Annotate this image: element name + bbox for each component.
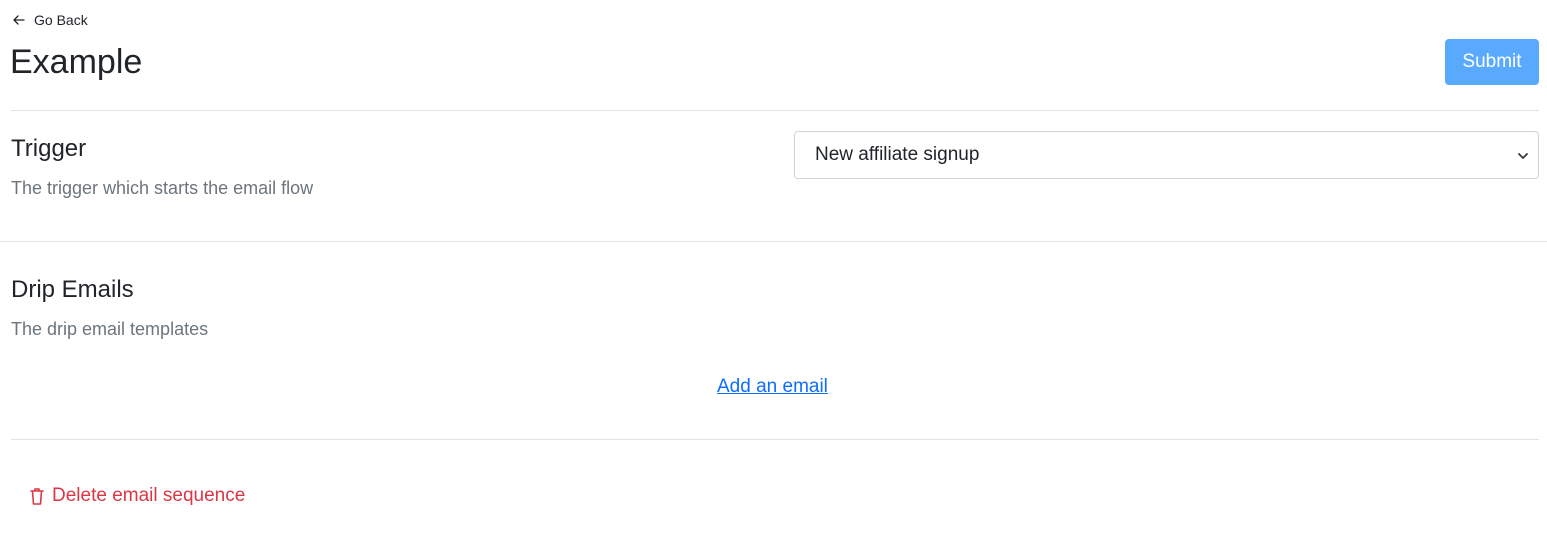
trigger-description: The trigger which starts the email flow <box>11 178 314 198</box>
trigger-title: Trigger <box>11 135 87 162</box>
delete-sequence-button[interactable]: Delete email sequence <box>28 484 245 508</box>
email-flow-page: Go Back Example Submit Trigger The trigg… <box>0 0 1547 537</box>
submit-button[interactable]: Submit <box>1445 39 1539 85</box>
go-back-link[interactable]: Go Back <box>12 10 88 30</box>
header-divider <box>11 110 1539 111</box>
trigger-divider <box>0 241 1547 242</box>
drip-title: Drip Emails <box>11 276 134 303</box>
drip-description: The drip email templates <box>11 319 209 339</box>
trigger-select-value: New affiliate signup <box>815 144 980 165</box>
trash-icon <box>28 486 46 506</box>
trigger-select[interactable]: New affiliate signup <box>794 131 1539 179</box>
chevron-down-icon <box>1516 147 1530 161</box>
arrow-left-icon <box>12 13 26 27</box>
page-title: Example <box>10 43 143 81</box>
delete-sequence-label: Delete email sequence <box>52 485 246 506</box>
go-back-label: Go Back <box>34 12 88 28</box>
drip-divider <box>11 439 1539 440</box>
add-email-link[interactable]: Add an email <box>717 375 828 399</box>
